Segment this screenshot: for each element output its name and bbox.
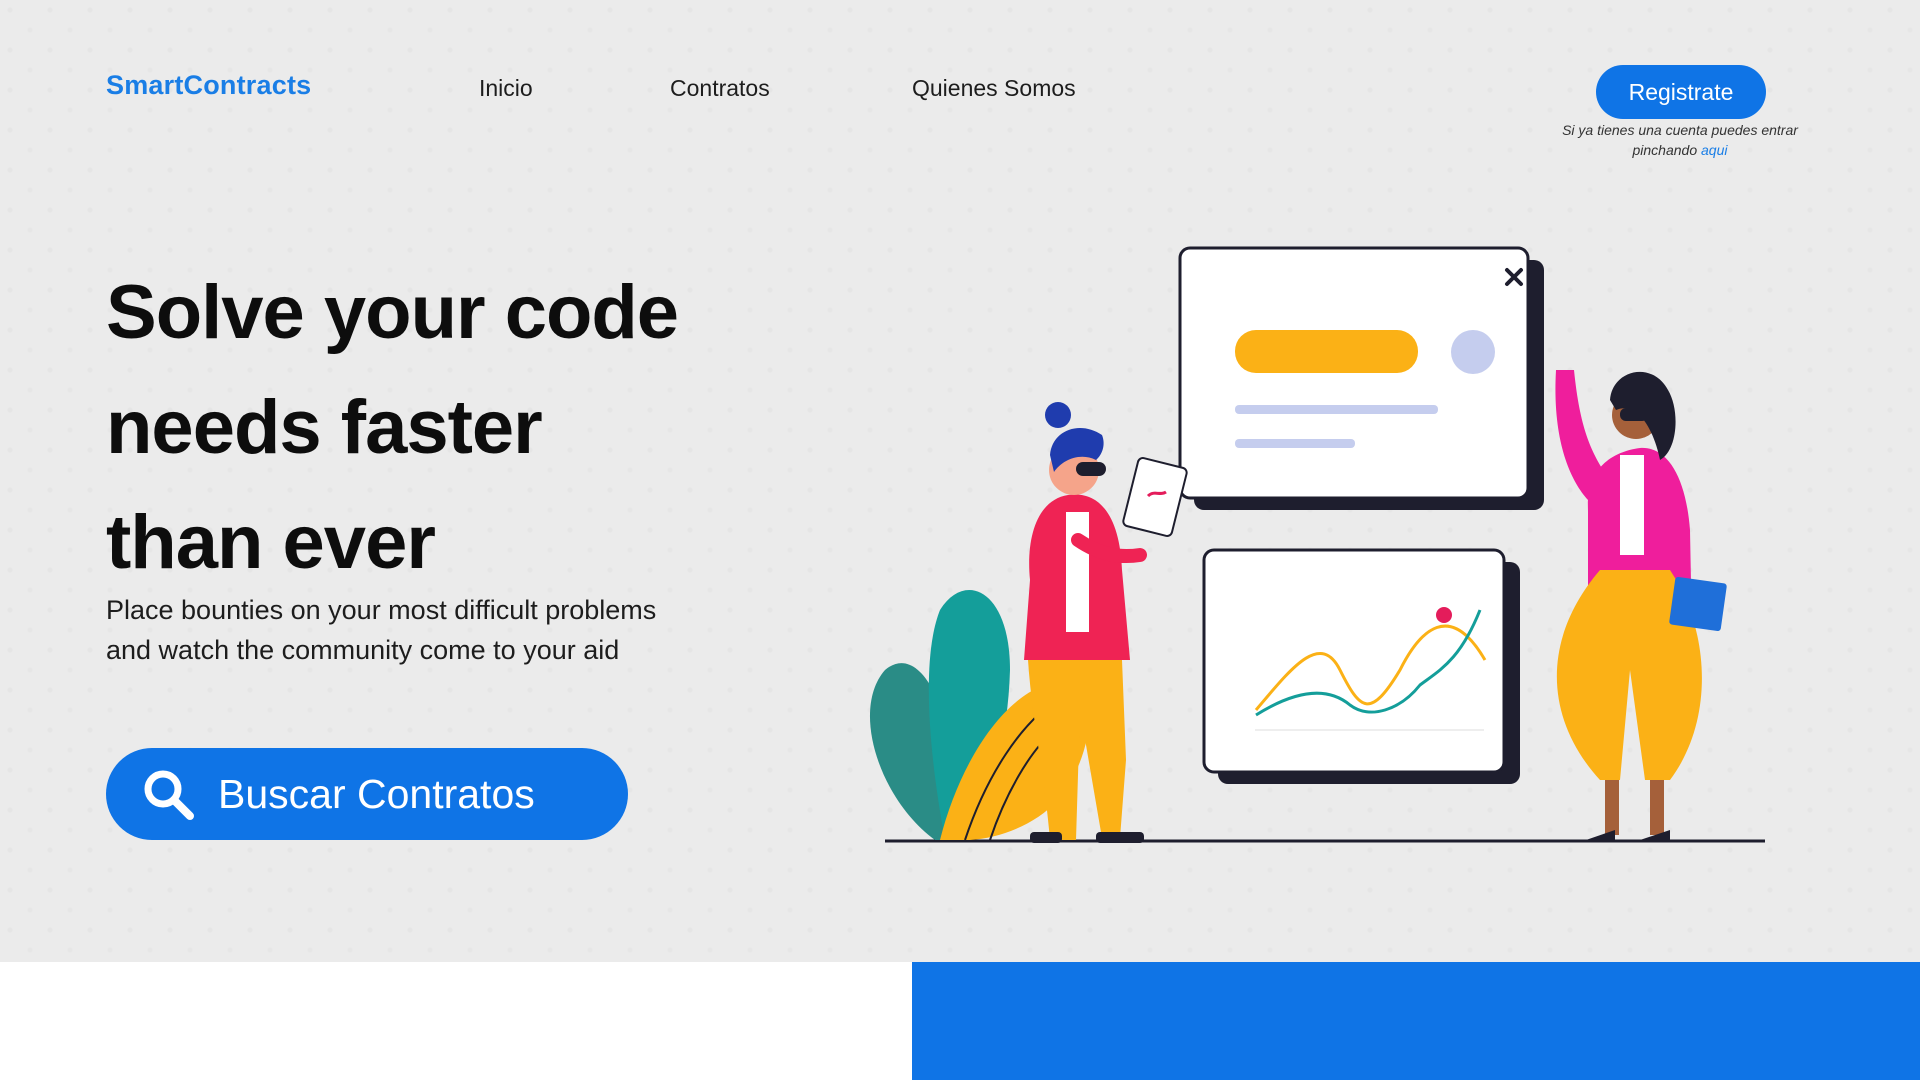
ui-card-top [1178,246,1544,510]
folder [1669,577,1727,631]
headline-line-3: than ever [106,500,436,585]
tablet [1122,457,1188,537]
bottom-blue-panel [912,962,1920,1080]
team-illustration [869,246,1765,843]
subtitle-line-1: Place bounties on your most difficult pr… [106,595,657,625]
nav-link-contratos[interactable]: Contratos [670,75,770,102]
login-hint-text: Si ya tienes una cuenta puedes entrar pi… [1562,122,1798,158]
hero-subtitle: Place bounties on your most difficult pr… [106,590,746,670]
nav-link-quienes-somos[interactable]: Quienes Somos [912,75,1076,102]
search-button-label: Buscar Contratos [218,770,535,817]
hero-headline: Solve your code needs faster than ever [106,255,826,600]
hero-section: SmartContracts Inicio Contratos Quienes … [0,0,1920,962]
search-icon [144,770,194,820]
login-link[interactable]: aqui [1701,142,1727,158]
nav-link-inicio[interactable]: Inicio [479,75,533,102]
subtitle-line-2: and watch the community come to your aid [106,635,620,665]
woman-right-illustration [1555,370,1727,840]
register-button[interactable]: Registrate [1596,65,1766,119]
search-contracts-button[interactable]: Buscar Contratos [106,748,628,840]
ui-card-chart [1202,548,1520,784]
logo[interactable]: SmartContracts [106,70,311,101]
headline-line-1: Solve your code [106,270,679,355]
headline-line-2: needs faster [106,385,543,470]
login-hint: Si ya tienes una cuenta puedes entrar pi… [1530,120,1830,160]
woman-left-illustration [1024,402,1188,843]
